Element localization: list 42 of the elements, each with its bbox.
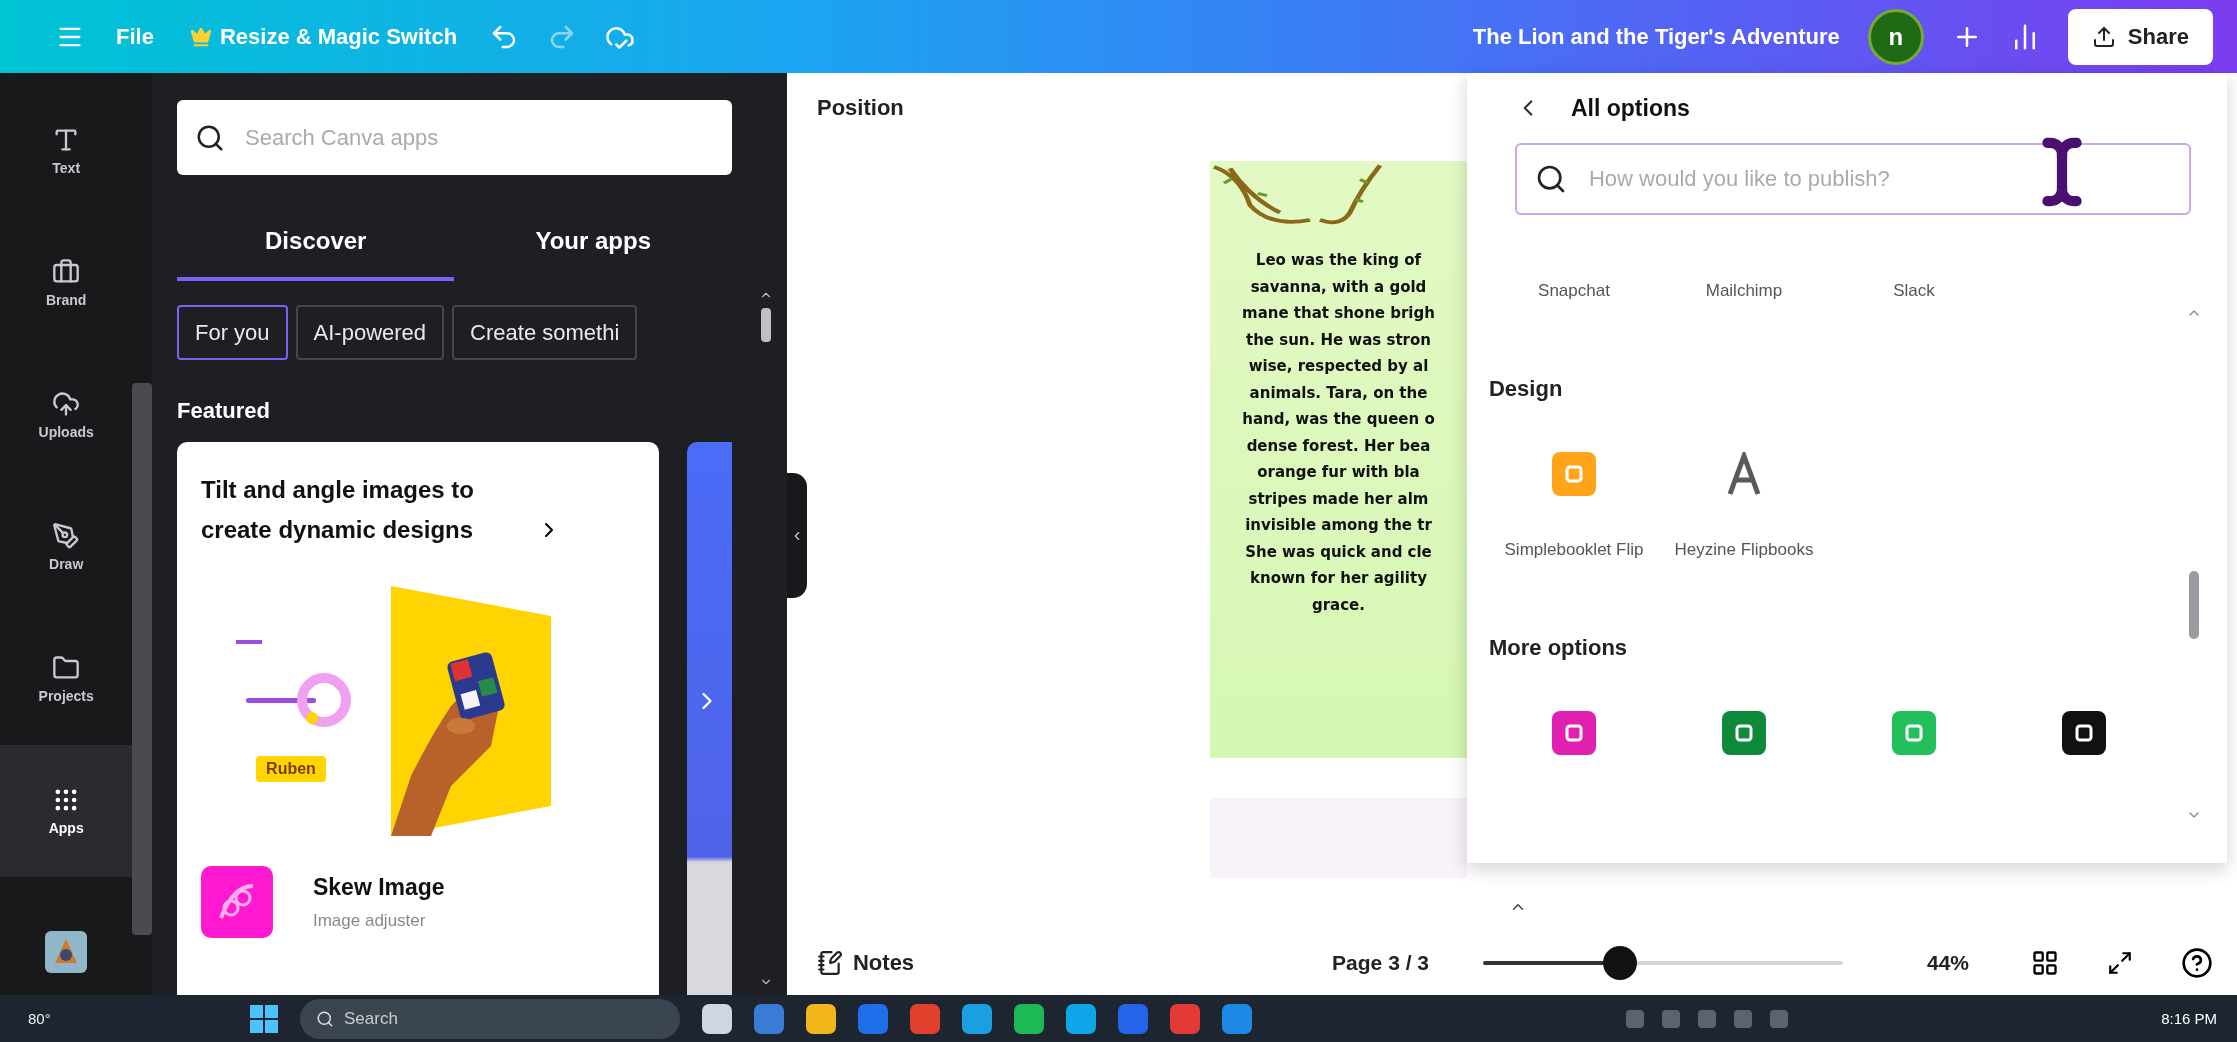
- featured-card[interactable]: Tilt and angle images to create dynamic designs Ruben Skew Image Image adjuster: [177, 442, 660, 995]
- option-label: Simplebooklet Flip: [1504, 539, 1644, 561]
- option-label[interactable]: Slack: [1893, 277, 1935, 304]
- panel-title: All options: [1571, 94, 1690, 122]
- option-label: Heyzine Flipbooks: [1674, 539, 1814, 561]
- filter-chip[interactable]: AI-powered: [295, 305, 445, 360]
- sidebar-item[interactable]: Apps: [0, 745, 133, 877]
- filter-chip[interactable]: Create somethi: [452, 305, 638, 360]
- clock[interactable]: 8:16 PM: [2161, 1010, 2217, 1027]
- publish-option[interactable]: Simplebooklet Flip: [1489, 452, 1659, 563]
- position-label[interactable]: Position: [817, 95, 904, 121]
- section-heading: Featured: [177, 398, 271, 424]
- notes-button[interactable]: Notes: [813, 945, 919, 980]
- search-input[interactable]: Search Canva apps: [243, 123, 714, 152]
- user-avatar[interactable]: n: [1867, 8, 1924, 65]
- sidebar-item[interactable]: Draw: [0, 481, 133, 613]
- tab[interactable]: Your apps: [454, 217, 732, 281]
- taskbar-search[interactable]: Search: [300, 998, 680, 1039]
- share-button[interactable]: Share: [2067, 8, 2213, 65]
- tab[interactable]: Discover: [177, 217, 455, 281]
- sidebar-item[interactable]: Projects: [0, 613, 133, 745]
- weather-reading[interactable]: 80°: [28, 1010, 228, 1027]
- sidebar-item[interactable]: Uploads: [0, 349, 133, 481]
- section-heading: More options: [1489, 635, 1628, 661]
- option-label[interactable]: Snapchat: [1538, 277, 1610, 304]
- app-name: Skew Image: [313, 873, 445, 901]
- name-tag: Ruben: [256, 756, 326, 782]
- zoom-reading[interactable]: 44%: [1927, 950, 2017, 975]
- search-placeholder: Search: [344, 1008, 398, 1029]
- sidebar-item[interactable]: Text: [0, 85, 133, 217]
- option-label[interactable]: Mailchimp: [1705, 277, 1783, 304]
- card-title: Tilt and angle images to create dynamic designs: [201, 475, 475, 545]
- filter-chip[interactable]: For you: [177, 305, 288, 360]
- search-input[interactable]: How would you like to publish?: [1587, 165, 2171, 193]
- section-heading: Design: [1489, 376, 1563, 402]
- design-title[interactable]: The Lion and the Tiger's Adventure: [1472, 23, 1840, 50]
- page-indicator[interactable]: Page 3 / 3: [1332, 950, 1429, 975]
- sidebar-item[interactable]: Brand: [0, 217, 133, 349]
- publish-option[interactable]: Heyzine Flipbooks: [1659, 452, 1829, 563]
- story-text: Leo was the king of savanna, with a gold mane that shone brigh the sun. He was stron wise, respected by al animals. Tara, on the hand, was the queen o dense forest. Her bea orange fur with bla stripes made her alm invisible among the tr She was quick and cle known for her agility grace.: [1241, 250, 1436, 616]
- app-subtitle: Image adjuster: [313, 910, 427, 931]
- search-bar[interactable]: Search Canva apps: [177, 100, 732, 175]
